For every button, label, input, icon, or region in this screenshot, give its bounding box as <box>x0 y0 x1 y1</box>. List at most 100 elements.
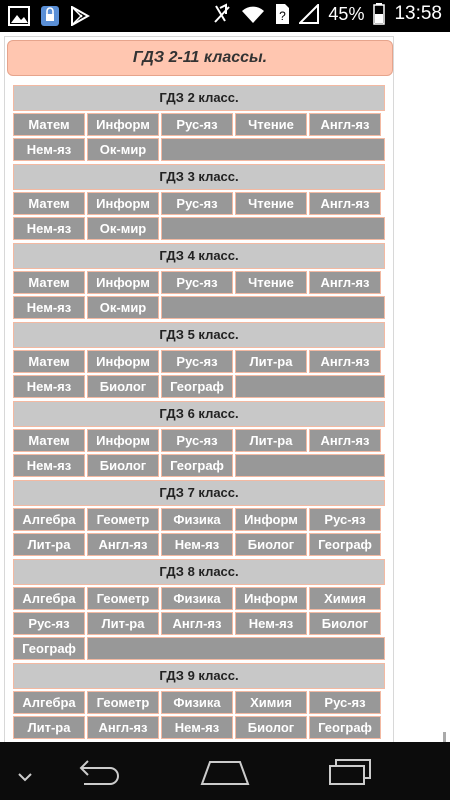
subject-button[interactable]: Рус-яз <box>161 429 233 452</box>
subject-button[interactable]: Ок-мир <box>87 138 159 161</box>
subject-button[interactable]: Информ <box>87 113 159 136</box>
status-bar: ? 45% 13:58 <box>0 0 450 32</box>
subject-button[interactable]: Физика <box>161 691 233 714</box>
grade-list: ГДЗ 2 класс. Матем Информ Рус-яз Чтение Англ-… <box>13 85 385 742</box>
subject-row: Алгебра Геометр Физика Химия Рус-яз <box>13 691 385 714</box>
grade-title: ГДЗ 7 класс. <box>13 480 385 506</box>
row-filler <box>235 454 385 477</box>
grade-title: ГДЗ 8 класс. <box>13 559 385 585</box>
grade-title: ГДЗ 2 класс. <box>13 85 385 111</box>
subject-button[interactable]: Биолог <box>235 716 307 739</box>
subject-button[interactable]: Англ-яз <box>87 533 159 556</box>
recents-icon[interactable] <box>328 756 372 786</box>
battery-percent: 45% <box>328 3 365 24</box>
subject-button[interactable]: Матем <box>13 429 85 452</box>
subject-button[interactable]: Нем-яз <box>235 612 307 635</box>
subject-button[interactable]: Нем-яз <box>161 533 233 556</box>
mute-icon <box>214 3 231 23</box>
subject-button[interactable]: Географ <box>161 454 233 477</box>
subject-button[interactable]: Лит-ра <box>235 350 307 373</box>
subject-button[interactable]: Рус-яз <box>309 508 381 531</box>
subject-button[interactable]: Англ-яз <box>309 192 381 215</box>
subject-button[interactable]: Геометр <box>87 587 159 610</box>
app-content[interactable]: ГДЗ 2-11 классы. ГДЗ 2 класс. Матем Информ… <box>0 32 450 742</box>
grade-section: ГДЗ 9 класс. Алгебра Геометр Физика Химия Рус… <box>13 663 385 739</box>
subject-button[interactable]: Информ <box>87 271 159 294</box>
scrollbar[interactable] <box>443 732 446 742</box>
grade-title: ГДЗ 9 класс. <box>13 663 385 689</box>
subject-button[interactable]: Англ-яз <box>309 113 381 136</box>
subject-button[interactable]: Географ <box>309 533 381 556</box>
subject-button[interactable]: Биолог <box>87 454 159 477</box>
subject-button[interactable]: Лит-ра <box>13 716 85 739</box>
subject-button[interactable]: Нем-яз <box>13 454 85 477</box>
subject-button[interactable]: Биолог <box>309 612 381 635</box>
subject-button[interactable]: Геометр <box>87 691 159 714</box>
subject-button[interactable]: Химия <box>235 691 307 714</box>
subject-button[interactable]: Химия <box>309 587 381 610</box>
subject-button[interactable]: Алгебра <box>13 587 85 610</box>
subject-button[interactable]: Рус-яз <box>161 271 233 294</box>
subject-button[interactable]: Рус-яз <box>13 612 85 635</box>
subject-button[interactable]: Географ <box>161 375 233 398</box>
subject-button[interactable]: Нем-яз <box>161 716 233 739</box>
row-filler <box>161 138 385 161</box>
subject-button[interactable]: Информ <box>87 192 159 215</box>
subject-row: Географ <box>13 637 385 660</box>
subject-button[interactable]: Лит-ра <box>13 533 85 556</box>
subject-button[interactable]: Нем-яз <box>13 217 85 240</box>
subject-row: Нем-яз Ок-мир <box>13 296 385 319</box>
subject-button[interactable]: Чтение <box>235 113 307 136</box>
subject-row: Нем-яз Ок-мир <box>13 217 385 240</box>
grade-section: ГДЗ 5 класс. Матем Информ Рус-яз Лит-ра Англ-… <box>13 322 385 398</box>
subject-button[interactable]: Лит-ра <box>87 612 159 635</box>
row-filler <box>161 217 385 240</box>
subject-button[interactable]: Англ-яз <box>309 350 381 373</box>
home-icon[interactable] <box>200 756 250 786</box>
back-icon[interactable] <box>78 756 122 786</box>
subject-button[interactable]: Рус-яз <box>161 192 233 215</box>
subject-button[interactable]: Геометр <box>87 508 159 531</box>
security-app-icon <box>41 6 59 26</box>
subject-button[interactable]: Матем <box>13 113 85 136</box>
subject-button[interactable]: Информ <box>87 429 159 452</box>
subject-button[interactable]: Биолог <box>235 533 307 556</box>
subject-button[interactable]: Матем <box>13 271 85 294</box>
subject-button[interactable]: Физика <box>161 508 233 531</box>
subject-button[interactable]: Нем-яз <box>13 296 85 319</box>
subject-button[interactable]: Физика <box>161 587 233 610</box>
subject-button[interactable]: Англ-яз <box>309 429 381 452</box>
subject-button[interactable]: Англ-яз <box>161 612 233 635</box>
subject-button[interactable]: Матем <box>13 350 85 373</box>
grade-section: ГДЗ 3 класс. Матем Информ Рус-яз Чтение Англ-… <box>13 164 385 240</box>
subject-button[interactable]: Ок-мир <box>87 296 159 319</box>
subject-button[interactable]: Чтение <box>235 192 307 215</box>
subject-button[interactable]: Англ-яз <box>87 716 159 739</box>
subject-button[interactable]: Англ-яз <box>309 271 381 294</box>
subject-button[interactable]: Нем-яз <box>13 375 85 398</box>
subject-button[interactable]: Географ <box>13 637 85 660</box>
subject-button[interactable]: Алгебра <box>13 508 85 531</box>
subject-button[interactable]: Ок-мир <box>87 217 159 240</box>
grade-section: ГДЗ 8 класс. Алгебра Геометр Физика Информ Хи… <box>13 559 385 660</box>
subject-button[interactable]: Рус-яз <box>161 350 233 373</box>
subject-button[interactable]: Лит-ра <box>235 429 307 452</box>
navigation-bar <box>0 742 450 800</box>
row-filler <box>161 296 385 319</box>
subject-button[interactable]: Рус-яз <box>309 691 381 714</box>
subject-button[interactable]: Географ <box>309 716 381 739</box>
subject-button[interactable]: Матем <box>13 192 85 215</box>
subject-button[interactable]: Биолог <box>87 375 159 398</box>
subject-row: Алгебра Геометр Физика Информ Химия <box>13 587 385 610</box>
subject-button[interactable]: Информ <box>87 350 159 373</box>
subject-row: Матем Информ Рус-яз Чтение Англ-яз <box>13 113 385 136</box>
subject-button[interactable]: Рус-яз <box>161 113 233 136</box>
wifi-icon <box>242 6 265 23</box>
subject-row: Матем Информ Рус-яз Лит-ра Англ-яз <box>13 429 385 452</box>
hide-keyboard-icon[interactable] <box>16 762 34 792</box>
subject-button[interactable]: Информ <box>235 508 307 531</box>
subject-button[interactable]: Нем-яз <box>13 138 85 161</box>
subject-button[interactable]: Информ <box>235 587 307 610</box>
subject-button[interactable]: Алгебра <box>13 691 85 714</box>
subject-button[interactable]: Чтение <box>235 271 307 294</box>
